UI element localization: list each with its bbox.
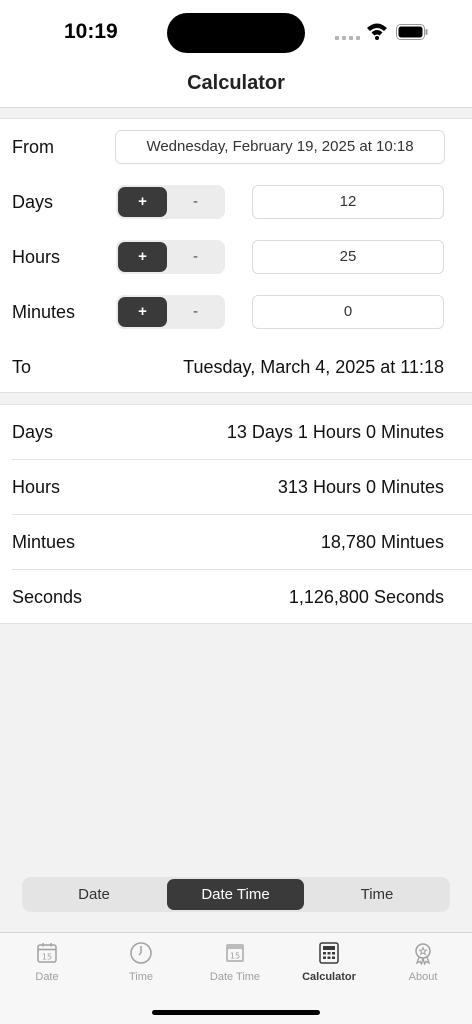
mode-date-option[interactable]: Date (24, 879, 164, 910)
result-value: 1,126,800 Seconds (288, 587, 444, 607)
minutes-label: Minutes (12, 302, 76, 322)
home-indicator (152, 1010, 320, 1015)
clock-icon (130, 942, 152, 964)
result-row-days: Days 13 Days 1 Hours 0 Minutes (0, 405, 472, 460)
result-row-hours: Hours 313 Hours 0 Minutes (0, 460, 472, 515)
result-value: 313 Hours 0 Minutes (277, 477, 444, 497)
status-time: 10:19 (64, 20, 118, 43)
mode-time-option[interactable]: Time (306, 879, 448, 910)
days-minus-button[interactable]: - (168, 187, 223, 217)
days-label: Days (12, 192, 54, 212)
result-row-seconds: Seconds 1,126,800 Seconds (0, 570, 472, 625)
minutes-minus-button[interactable]: - (168, 297, 223, 327)
calendar-clock-icon: 15 (226, 944, 244, 962)
hours-label: Hours (12, 247, 61, 267)
result-value: 18,780 Mintues (320, 532, 444, 552)
to-date-value: Tuesday, March 4, 2025 at 11:18 (183, 357, 444, 377)
minutes-input[interactable]: 0 (252, 295, 444, 329)
tab-date-time[interactable]: 15 Date Time (188, 941, 282, 983)
tab-calculator[interactable]: Calculator (282, 941, 376, 983)
result-label: Hours (12, 477, 61, 497)
calculator-icon (319, 942, 339, 964)
badge-icon (415, 943, 431, 965)
hours-plus-button[interactable]: + (118, 242, 167, 272)
from-date-picker[interactable]: Wednesday, February 19, 2025 at 10:18 (115, 130, 445, 164)
days-sign-segment: + - (116, 185, 225, 219)
hours-minus-button[interactable]: - (168, 242, 223, 272)
hours-sign-segment: + - (116, 240, 225, 274)
svg-text:15: 15 (230, 952, 240, 961)
input-card: From Wednesday, February 19, 2025 at 10:… (0, 118, 472, 393)
result-value: 13 Days 1 Hours 0 Minutes (226, 422, 444, 442)
to-label: To (12, 357, 32, 377)
minutes-sign-segment: + - (116, 295, 225, 329)
result-label: Mintues (12, 532, 76, 552)
page-title: Calculator (187, 72, 285, 94)
battery-icon (396, 24, 428, 40)
tab-label: Date Time (209, 971, 261, 983)
mode-segmented-control: Date Date Time Time (22, 877, 450, 912)
status-bar: 10:19 (0, 0, 472, 60)
from-label: From (12, 137, 54, 157)
svg-text:15: 15 (42, 953, 52, 962)
tab-label: Date (35, 971, 59, 983)
tab-label: Calculator (302, 971, 356, 983)
result-label: Seconds (12, 587, 83, 607)
wifi-icon (367, 23, 387, 40)
navigation-bar: Calculator (0, 60, 472, 108)
result-row-minutes: Mintues 18,780 Mintues (0, 515, 472, 570)
cellular-signal-icon (335, 36, 360, 40)
tab-label: About (408, 971, 438, 983)
mode-date-time-option[interactable]: Date Time (167, 879, 304, 910)
minutes-plus-button[interactable]: + (118, 297, 167, 327)
dynamic-island (167, 13, 305, 53)
results-card: Days 13 Days 1 Hours 0 Minutes Hours 313… (0, 404, 472, 624)
result-label: Days (12, 422, 54, 442)
days-plus-button[interactable]: + (118, 187, 167, 217)
tab-time[interactable]: Time (94, 941, 188, 983)
tab-about[interactable]: About (376, 941, 470, 983)
hours-input[interactable]: 25 (252, 240, 444, 274)
days-input[interactable]: 12 (252, 185, 444, 219)
calendar-icon: 15 (37, 943, 57, 963)
tab-date[interactable]: 15 Date (0, 941, 94, 983)
tab-label: Time (128, 971, 154, 983)
